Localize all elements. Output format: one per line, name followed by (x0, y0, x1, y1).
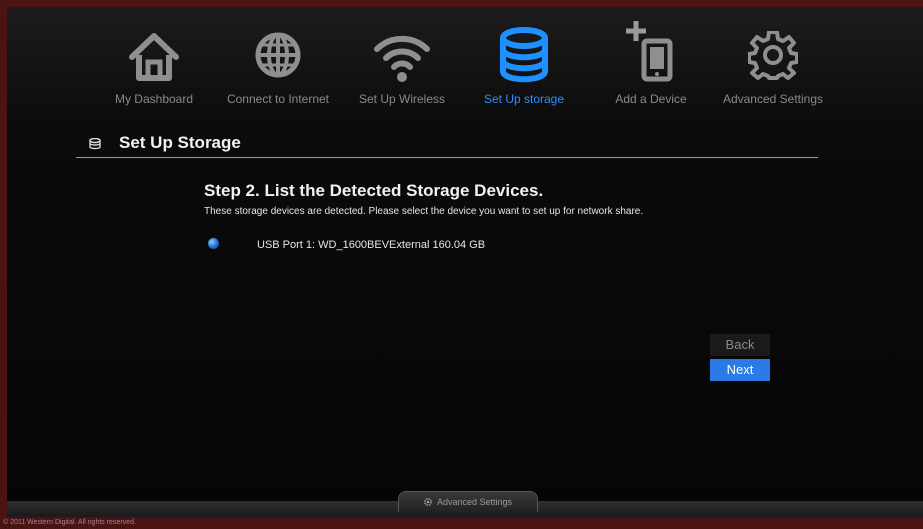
title-divider (76, 157, 818, 158)
nav-item-advanced-settings[interactable]: Advanced Settings (718, 7, 828, 119)
page-title: Set Up Storage (119, 133, 241, 152)
nav-label: My Dashboard (114, 92, 194, 106)
gear-icon (748, 31, 798, 80)
nav-item-set-up-wireless[interactable]: Set Up Wireless (356, 7, 448, 119)
nav-item-add-a-device[interactable]: Add a Device (608, 7, 694, 119)
globe-icon (255, 32, 301, 78)
nav-label: Connect to Internet (226, 92, 330, 106)
advanced-settings-tab-label: Advanced Settings (437, 497, 513, 507)
nav-label: Advanced Settings (722, 92, 824, 106)
gear-icon (423, 497, 433, 507)
wifi-icon (374, 35, 430, 82)
nav-label: Add a Device (615, 92, 687, 106)
nav-label: Set Up storage (483, 92, 565, 106)
nav-label: Set Up Wireless (358, 92, 446, 106)
storage-section-icon (89, 138, 101, 150)
nav-item-connect-to-internet[interactable]: Connect to Internet (222, 7, 334, 119)
step-title: Step 2. List the Detected Storage Device… (204, 181, 544, 200)
next-button[interactable]: Next (710, 359, 770, 381)
storage-icon (500, 27, 548, 83)
step-description: These storage devices are detected. Plea… (204, 206, 644, 217)
advanced-settings-tab[interactable]: Advanced Settings (398, 491, 538, 512)
add-device-icon (626, 21, 673, 82)
nav-item-set-up-storage[interactable]: Set Up storage (478, 7, 570, 119)
device-radio-usb-port-1[interactable] (208, 238, 219, 249)
copyright-text: © 2011 Western Digital. All rights reser… (3, 519, 136, 526)
home-icon (129, 33, 179, 81)
nav-item-my-dashboard[interactable]: My Dashboard (111, 7, 197, 119)
device-label: USB Port 1: WD_1600BEVExternal 160.04 GB (257, 239, 486, 251)
top-navigation: My Dashboard Connect to Internet Set Up … (7, 7, 923, 119)
back-button[interactable]: Back (710, 334, 770, 356)
app-window: My Dashboard Connect to Internet Set Up … (7, 7, 923, 517)
